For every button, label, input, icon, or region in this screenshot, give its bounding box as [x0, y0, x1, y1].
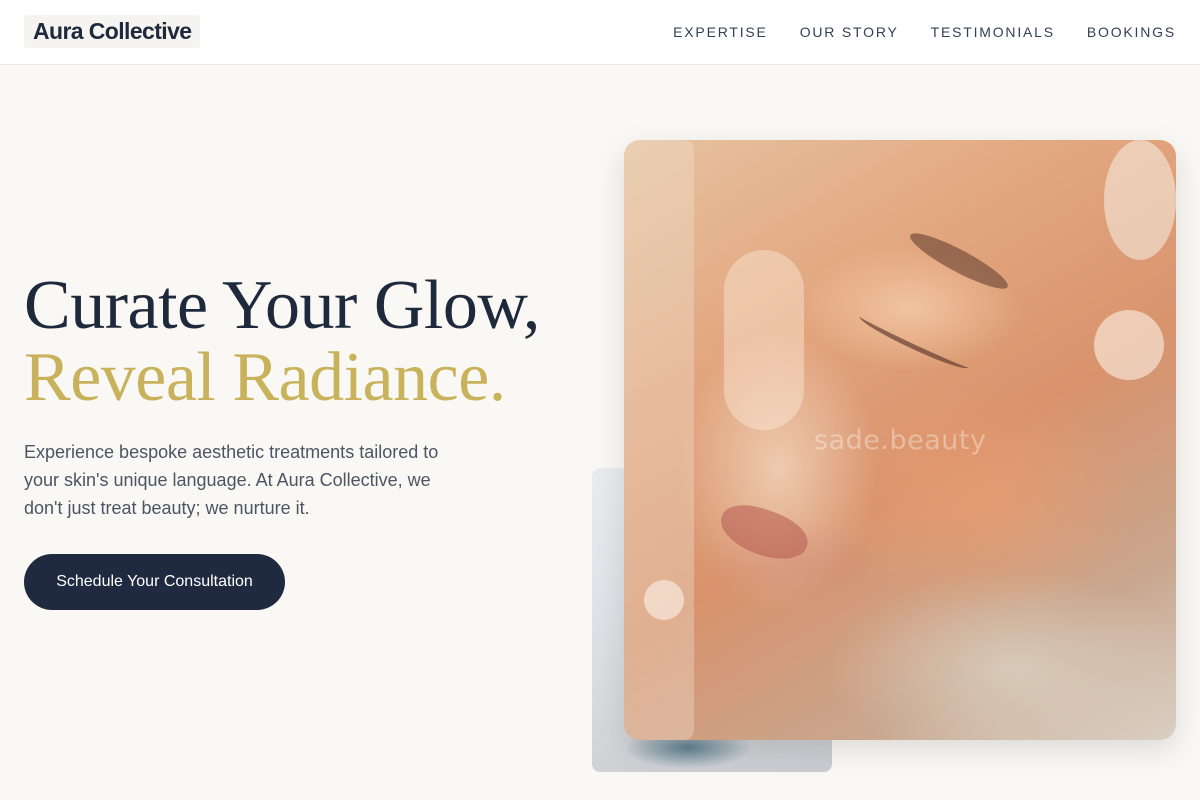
- top-navbar: Aura Collective EXPERTISE OUR STORY TEST…: [0, 0, 1200, 65]
- bokeh-light: [1104, 140, 1176, 260]
- main-nav: EXPERTISE OUR STORY TESTIMONIALS BOOKING…: [673, 0, 1176, 64]
- schedule-consultation-button[interactable]: Schedule Your Consultation: [24, 554, 285, 610]
- brand-logo[interactable]: Aura Collective: [24, 15, 201, 48]
- photo-watermark: sade.beauty: [814, 425, 987, 456]
- hero-description: Experience bespoke aesthetic treatments …: [24, 442, 439, 518]
- hero-title-line2: Reveal Radiance.: [24, 339, 506, 416]
- lips-detail: [714, 495, 814, 570]
- eyebrow-detail: [905, 225, 1013, 297]
- bokeh-light: [644, 580, 684, 620]
- nav-link-expertise[interactable]: EXPERTISE: [673, 24, 768, 40]
- bokeh-light: [724, 250, 804, 430]
- nav-link-bookings[interactable]: BOOKINGS: [1087, 24, 1176, 40]
- hero-title-line1: Curate Your Glow,: [24, 267, 540, 344]
- bokeh-light: [1094, 310, 1164, 380]
- hero-headline: Curate Your Glow, Reveal Radiance.: [24, 270, 540, 414]
- nav-link-our-story[interactable]: OUR STORY: [800, 24, 899, 40]
- bokeh-light: [624, 140, 694, 740]
- eyelash-detail: [856, 310, 972, 374]
- nav-link-testimonials[interactable]: TESTIMONIALS: [931, 24, 1055, 40]
- hero-face-photo: sade.beauty: [624, 140, 1176, 740]
